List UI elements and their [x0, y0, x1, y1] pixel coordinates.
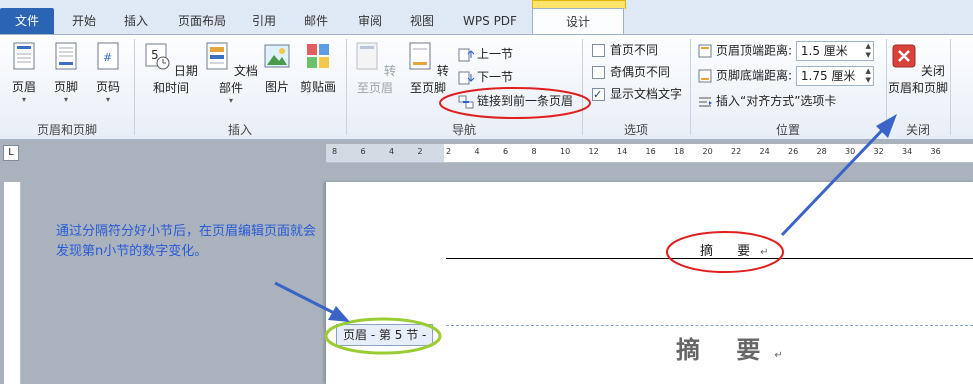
highlight-circle-header-text	[666, 231, 784, 273]
arrow-head-section-tag	[328, 306, 350, 322]
arrow-to-close-button	[780, 120, 892, 237]
highlight-circle-link-previous	[439, 87, 591, 119]
annotation-overlay	[274, 87, 897, 355]
highlight-circle-section-tag	[324, 317, 442, 355]
arrow-to-section-tag	[274, 281, 337, 316]
